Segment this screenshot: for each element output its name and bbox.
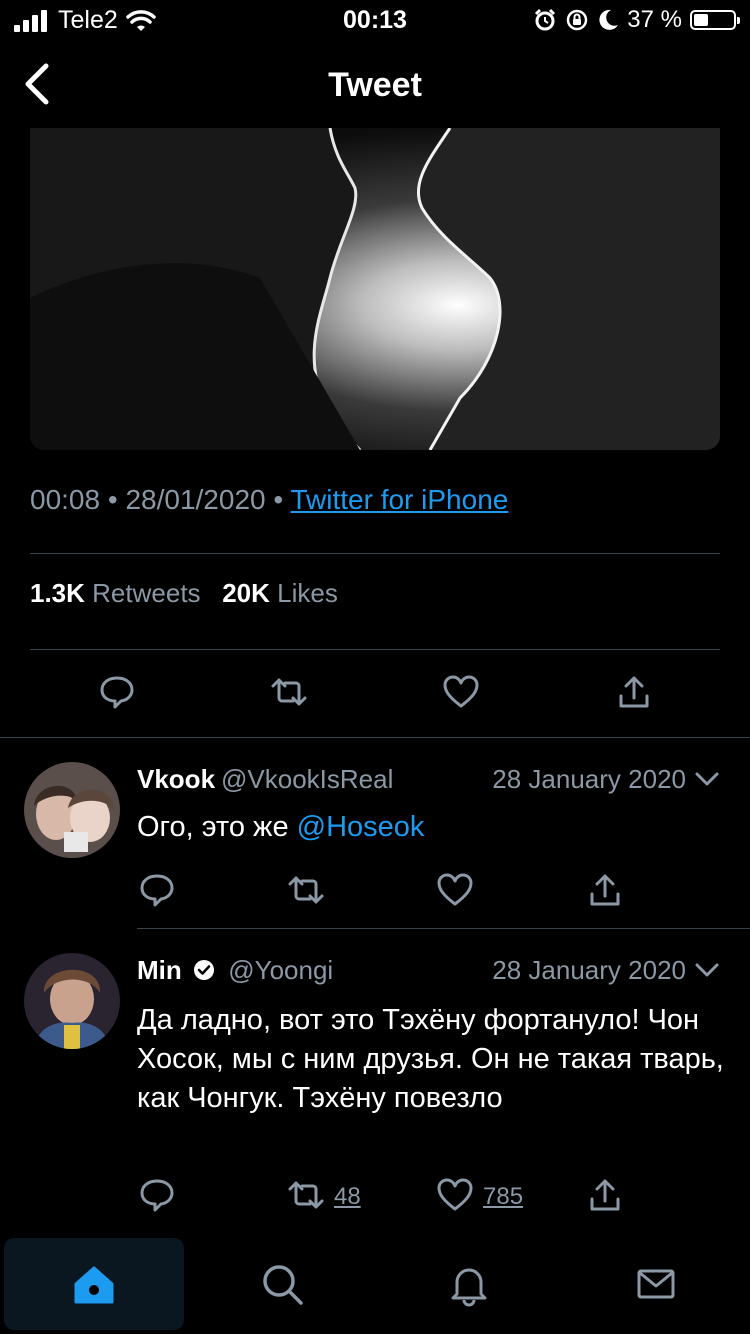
- reply-item[interactable]: Min @Yoongi 28 January 2020 Да ладно, во…: [0, 929, 750, 1229]
- tab-messages[interactable]: [632, 1260, 680, 1308]
- tweet-time: 00:08: [30, 484, 101, 515]
- tab-home[interactable]: [70, 1260, 118, 1308]
- reply-icon: [100, 676, 134, 709]
- retweets-count: 1.3K: [30, 578, 85, 608]
- chevron-down-icon: [695, 963, 719, 977]
- battery-percent: 37 %: [627, 6, 682, 33]
- tab-search[interactable]: [258, 1260, 306, 1308]
- retweet-icon: [288, 1181, 324, 1209]
- alarm-icon: [535, 8, 556, 31]
- tweet-source-link[interactable]: Twitter for iPhone: [290, 484, 508, 515]
- avatar[interactable]: [24, 953, 120, 1049]
- reply-author-handle[interactable]: @VkookIsReal: [221, 764, 393, 794]
- divider: [30, 553, 720, 554]
- reply-text-body: Ого, это же: [137, 811, 297, 843]
- share-button[interactable]: [585, 1175, 625, 1215]
- divider: [30, 649, 720, 650]
- retweet-button[interactable]: [286, 870, 326, 910]
- nav-bar: Tweet: [0, 50, 750, 120]
- share-icon: [590, 1179, 620, 1211]
- share-button[interactable]: [585, 870, 625, 910]
- battery-cap: [737, 17, 740, 24]
- home-icon: [74, 1266, 114, 1304]
- reply-author-name[interactable]: Vkook: [137, 764, 215, 794]
- heart-icon: [437, 873, 473, 906]
- more-options-button[interactable]: [694, 766, 720, 792]
- like-count[interactable]: 785: [483, 1183, 523, 1211]
- reply-button[interactable]: [137, 1175, 177, 1215]
- reply-item[interactable]: Vkook @VkookIsReal 28 January 2020 Ого, э…: [0, 738, 750, 928]
- reply-text: Ого, это же @Hoseok: [137, 808, 727, 847]
- reply-icon: [140, 874, 174, 907]
- retweet-button[interactable]: [269, 672, 309, 712]
- heart-icon: [443, 675, 479, 708]
- reply-button[interactable]: [137, 870, 177, 910]
- meta-separator: •: [107, 484, 118, 515]
- like-button[interactable]: [441, 672, 481, 712]
- chevron-down-icon: [695, 772, 719, 786]
- tweet-stats: 1.3K Retweets 20K Likes: [30, 578, 338, 609]
- battery-level: [694, 14, 708, 26]
- notifications-icon: [451, 1268, 487, 1307]
- reply-header: Vkook @VkookIsReal: [137, 764, 393, 795]
- do-not-disturb-icon: [599, 9, 619, 30]
- avatar-photo: [24, 762, 120, 858]
- status-right: 37 %: [533, 6, 740, 34]
- share-icon: [619, 676, 649, 708]
- retweets-label: Retweets: [92, 578, 201, 608]
- tab-notifications[interactable]: [445, 1260, 493, 1308]
- meta-separator-2: •: [273, 484, 284, 515]
- avatar-photo: [24, 953, 120, 1049]
- tab-bar: [0, 1236, 750, 1334]
- tweet-photo[interactable]: [30, 128, 720, 450]
- reply-author-name[interactable]: Min: [137, 955, 182, 985]
- battery-icon: [690, 10, 740, 30]
- likes-count: 20K: [222, 578, 270, 608]
- tweet-date: 28/01/2020: [125, 484, 266, 515]
- reply-date: 28 January 2020: [492, 764, 686, 794]
- share-icon: [590, 874, 620, 906]
- verified-badge-icon: [194, 960, 214, 980]
- like-button[interactable]: [435, 1175, 475, 1215]
- search-icon: [263, 1265, 303, 1305]
- status-bar: Tele2 00:13 37 %: [0, 0, 750, 40]
- reply-button[interactable]: [97, 672, 137, 712]
- photo-silhouettes: [30, 128, 720, 450]
- likes-label: Likes: [277, 578, 338, 608]
- heart-icon: [437, 1178, 473, 1211]
- retweet-icon: [288, 876, 324, 904]
- share-button[interactable]: [614, 672, 654, 712]
- more-options-button[interactable]: [694, 957, 720, 983]
- reply-date: 28 January 2020: [492, 955, 686, 985]
- retweet-button[interactable]: [286, 1175, 326, 1215]
- retweets-stat[interactable]: 1.3K Retweets: [30, 578, 201, 608]
- mention-link[interactable]: @Hoseok: [297, 811, 425, 843]
- reply-header: Min @Yoongi: [137, 955, 333, 986]
- likes-stat[interactable]: 20K Likes: [222, 578, 338, 608]
- tweet-meta: 00:08 • 28/01/2020 • Twitter for iPhone: [30, 484, 508, 516]
- messages-icon: [637, 1269, 675, 1299]
- like-button[interactable]: [435, 870, 475, 910]
- reply-icon: [140, 1179, 174, 1212]
- reply-text: Да ладно, вот это Тэхёну фортануло! Чон …: [137, 1004, 724, 1114]
- page-title: Tweet: [328, 66, 422, 104]
- retweet-count[interactable]: 48: [334, 1183, 361, 1211]
- reply-author-handle[interactable]: @Yoongi: [228, 955, 333, 985]
- retweet-icon: [271, 678, 307, 706]
- avatar[interactable]: [24, 762, 120, 858]
- orientation-lock-icon: [567, 9, 588, 31]
